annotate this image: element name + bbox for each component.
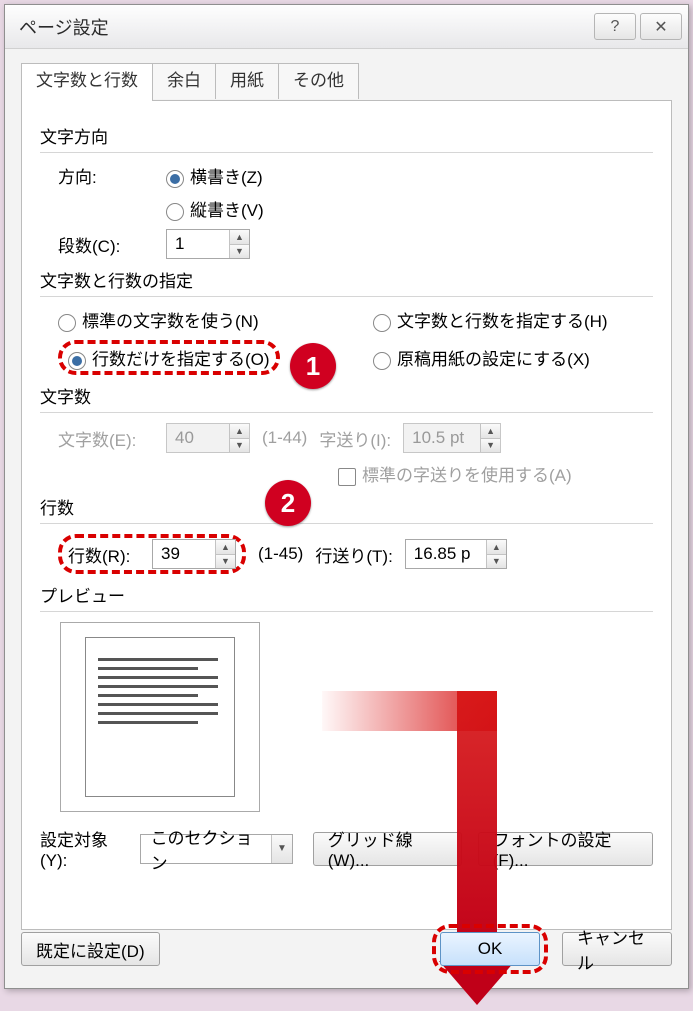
callout-2: 2 (265, 480, 311, 526)
apply-label: 設定対象(Y): (40, 826, 130, 871)
chars-range: (1-44) (262, 428, 307, 448)
radio-std-chars[interactable]: 標準の文字数を使う(N) (58, 307, 259, 332)
char-pitch-spinner: ▲▼ (403, 423, 501, 453)
help-button[interactable]: ? (594, 13, 636, 40)
tab-chars-lines[interactable]: 文字数と行数 (21, 63, 153, 101)
gridlines-button[interactable]: グリッド線(W)... (313, 832, 462, 866)
chk-std-pitch: 標準の字送りを使用する(A) (338, 461, 572, 486)
group-spec-title: 文字数と行数の指定 (40, 267, 653, 292)
highlight-ok: OK (432, 924, 548, 974)
dialog-title: ページ設定 (19, 14, 109, 40)
preview-title: プレビュー (40, 582, 653, 607)
radio-char-line[interactable]: 文字数と行数を指定する(H) (373, 307, 653, 332)
preview-page-icon (85, 637, 235, 797)
tab-panel: 文字方向 方向: 横書き(Z) 縦書き(V) 段数(C): ▲▼ (21, 100, 672, 930)
columns-label: 段数(C): (58, 232, 154, 257)
direction-label: 方向: (58, 163, 154, 188)
highlight-2: 行数(R): ▲▼ (58, 534, 246, 574)
radio-genkou[interactable]: 原稿用紙の設定にする(X) (373, 345, 653, 370)
lines-spinner[interactable]: ▲▼ (152, 539, 236, 569)
radio-horizontal[interactable]: 横書き(Z) (166, 163, 263, 188)
spin-up-icon: ▲ (230, 230, 249, 245)
close-button[interactable]: ✕ (640, 13, 682, 40)
group-chars-title: 文字数 (40, 383, 653, 408)
group-direction-title: 文字方向 (40, 123, 653, 148)
page-setup-dialog: ページ設定 ? ✕ 文字数と行数 余白 用紙 その他 文字方向 方向: 横書き(… (4, 4, 689, 989)
tab-margins[interactable]: 余白 (152, 63, 216, 99)
radio-vertical[interactable]: 縦書き(V) (166, 196, 264, 221)
cancel-button[interactable]: キャンセル (562, 932, 672, 966)
callout-1: 1 (290, 343, 336, 389)
line-pitch-label: 行送り(T): (315, 542, 392, 567)
group-lines-title: 行数 (40, 494, 653, 519)
chars-label: 文字数(E): (58, 426, 154, 451)
char-pitch-label: 字送り(I): (319, 426, 391, 451)
font-settings-button[interactable]: フォントの設定(F)... (478, 832, 653, 866)
columns-spinner[interactable]: ▲▼ (166, 229, 250, 259)
tab-other[interactable]: その他 (278, 63, 359, 99)
tab-paper[interactable]: 用紙 (215, 63, 279, 99)
lines-label: 行数(R): (68, 542, 152, 567)
set-default-button[interactable]: 既定に設定(D) (21, 932, 160, 966)
apply-combo[interactable]: このセクション ▼ (140, 834, 293, 864)
titlebar: ページ設定 ? ✕ (5, 5, 688, 49)
preview-area (60, 622, 260, 812)
highlight-1: 行数だけを指定する(O) (58, 340, 280, 375)
chars-spinner: ▲▼ (166, 423, 250, 453)
ok-button[interactable]: OK (440, 932, 540, 966)
tabs: 文字数と行数 余白 用紙 その他 (21, 63, 672, 101)
line-pitch-spinner[interactable]: ▲▼ (405, 539, 507, 569)
chevron-down-icon: ▼ (271, 835, 292, 863)
lines-range: (1-45) (258, 544, 303, 564)
radio-line-only[interactable]: 行数だけを指定する(O) (68, 345, 270, 370)
spin-down-icon: ▼ (230, 245, 249, 259)
